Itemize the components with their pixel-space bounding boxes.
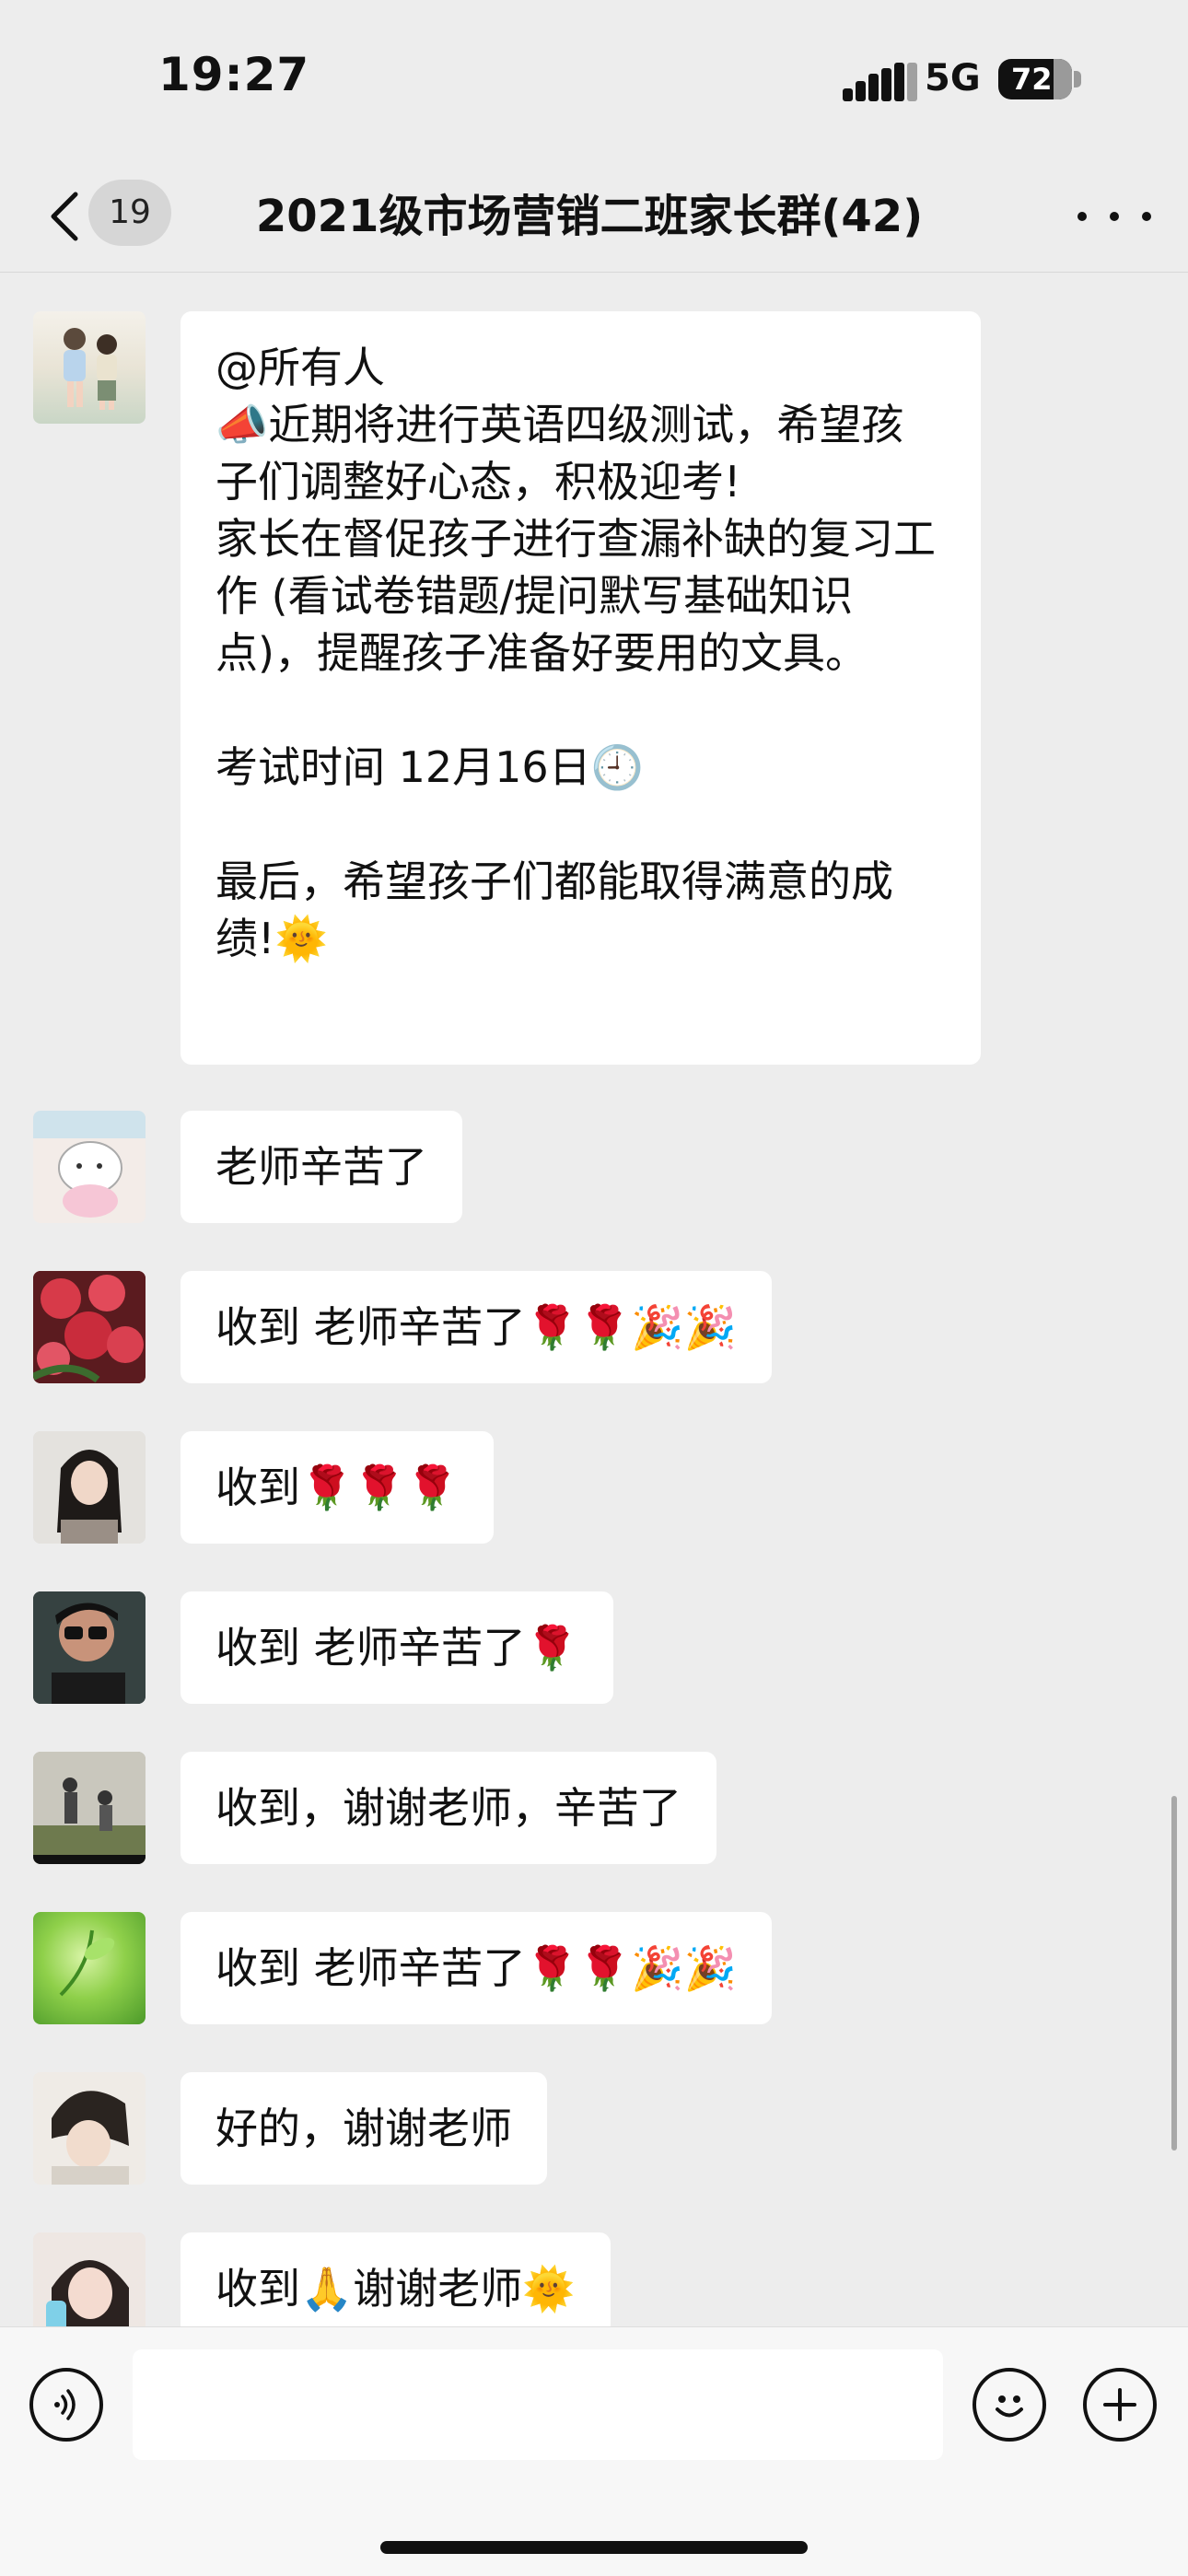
more-functions-button[interactable] [1083,2368,1157,2442]
input-bar [0,2326,1188,2576]
message-bubble[interactable]: 好的，谢谢老师 [181,2072,547,2185]
avatar[interactable] [33,1431,146,1544]
chat-title: 2021级市场营销二班家长群(42) [255,191,924,242]
back-chevron-icon [51,192,78,241]
chat-header: 19 2021级市场营销二班家长群(42) [0,161,1188,273]
status-bar: 19:27 5G 72 [0,0,1188,161]
more-dots-icon [1077,212,1151,221]
avatar[interactable] [33,2072,146,2185]
avatar[interactable] [33,1111,146,1223]
avatar[interactable] [33,311,146,424]
message-bubble[interactable]: 收到 老师辛苦了🌹 [181,1591,613,1704]
message-bubble[interactable]: 收到 老师辛苦了🌹🌹🎉🎉 [181,1912,772,2024]
message-bubble[interactable]: 收到 老师辛苦了🌹🌹🎉🎉 [181,1271,772,1383]
scrollbar[interactable] [1171,1796,1177,2151]
battery-tip [1074,71,1081,87]
network-type: 5G [925,57,981,99]
signal-icon [843,63,918,101]
avatar[interactable] [33,1591,146,1704]
plus-icon [1103,2388,1136,2421]
message-bubble[interactable]: 收到🌹🌹🌹 [181,1431,494,1544]
message-list[interactable]: @所有人 📣近期将进行英语四级测试，希望孩子们调整好心态，积极迎考! 家长在督促… [0,273,1188,2326]
status-time: 19:27 [158,48,310,101]
avatar[interactable] [33,1271,146,1383]
emoji-icon [996,2395,1023,2418]
emoji-button[interactable] [973,2368,1046,2442]
message-bubble[interactable]: 老师辛苦了 [181,1111,462,1223]
home-indicator[interactable] [380,2541,808,2554]
voice-icon [54,2389,76,2420]
avatar[interactable] [33,1752,146,1864]
avatar[interactable] [33,1912,146,2024]
battery-icon: 72 [998,59,1072,99]
more-button[interactable] [1077,189,1151,244]
message-bubble[interactable]: @所有人 📣近期将进行英语四级测试，希望孩子们调整好心态，积极迎考! 家长在督促… [181,311,981,1065]
avatar[interactable] [33,2232,146,2326]
unread-badge[interactable]: 19 [88,180,171,246]
voice-button[interactable] [29,2368,103,2442]
message-input[interactable] [133,2349,943,2460]
back-button[interactable] [37,183,92,250]
message-bubble[interactable]: 收到🙏谢谢老师🌞 [181,2232,611,2326]
battery-level: 72 [1011,62,1053,97]
message-bubble[interactable]: 收到，谢谢老师，辛苦了 [181,1752,716,1864]
